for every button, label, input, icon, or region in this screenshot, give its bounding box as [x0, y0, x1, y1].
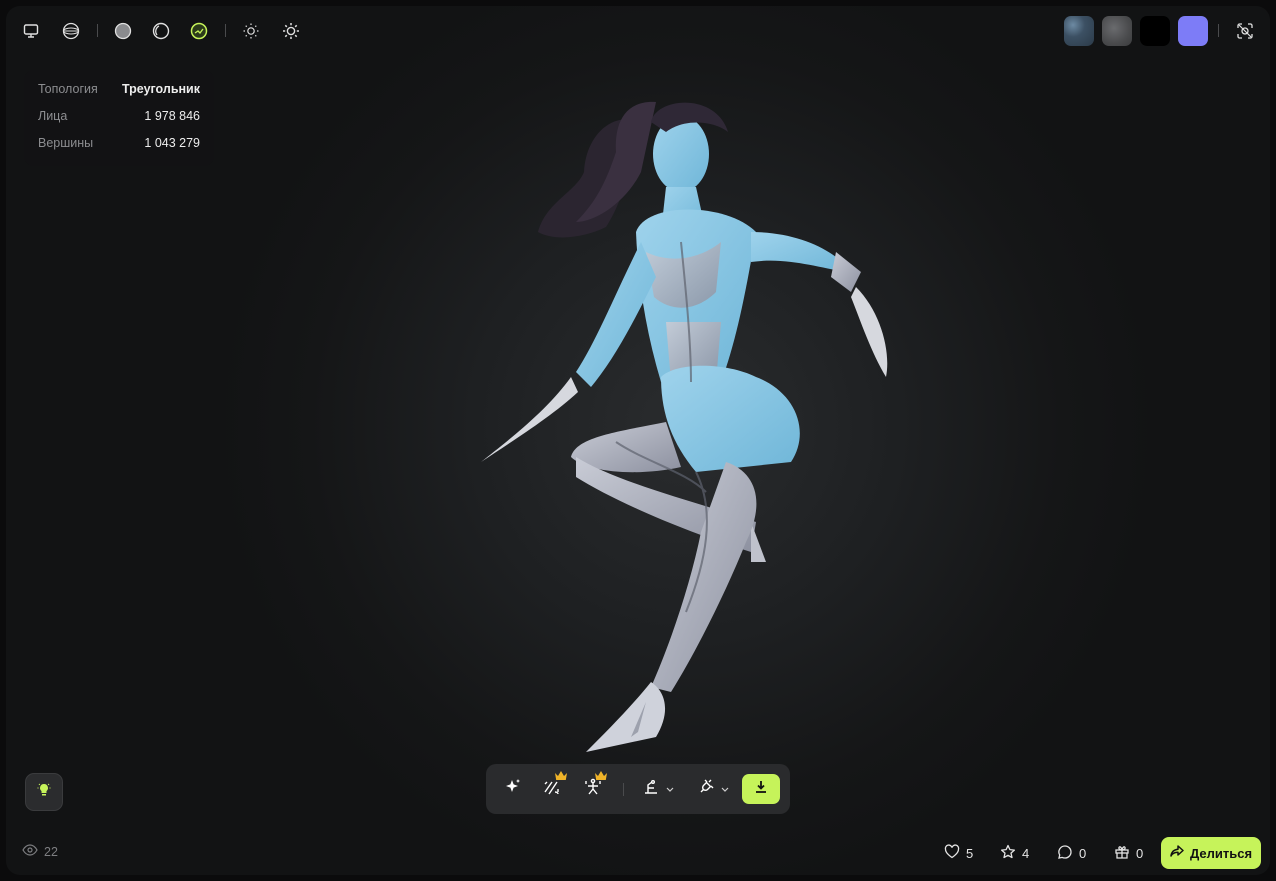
rigging-button[interactable] [581, 771, 607, 801]
bottom-toolbar [486, 764, 790, 814]
favorite-count: 4 [1022, 845, 1030, 861]
chevron-down-icon [666, 780, 674, 798]
gift-button[interactable]: 0 [1114, 842, 1143, 864]
like-count: 5 [966, 845, 974, 861]
stat-value: 1 043 279 [144, 136, 200, 150]
top-toolbar [6, 6, 1270, 54]
focus-settings-icon[interactable] [1234, 20, 1256, 42]
ai-sparkle-icon [504, 778, 522, 801]
stat-faces: Лица 1 978 846 [38, 109, 200, 129]
stat-label: Лица [38, 109, 68, 123]
3d-model-render[interactable] [466, 92, 896, 762]
toolbar-divider [97, 24, 98, 37]
texture-swatch-roughness[interactable] [1102, 16, 1132, 46]
like-button[interactable]: 5 [944, 842, 973, 864]
mesh-stats-panel: Топология Треугольник Лица 1 978 846 Вер… [24, 70, 214, 166]
plugin-dropdown[interactable] [693, 777, 733, 801]
views-count: 22 [44, 844, 58, 859]
heart-icon [944, 844, 960, 862]
toolbar-divider [623, 783, 624, 796]
stat-value: 1 978 846 [144, 109, 200, 123]
gift-icon [1114, 844, 1130, 863]
share-arrow-icon [1170, 845, 1184, 861]
stat-label: Вершины [38, 136, 94, 150]
premium-crown-icon [595, 767, 607, 785]
share-label: Делиться [1189, 845, 1253, 861]
color-swatch-black[interactable] [1140, 16, 1170, 46]
model-viewer[interactable]: Топология Треугольник Лица 1 978 846 Вер… [6, 6, 1270, 875]
light-dim-icon[interactable] [240, 20, 262, 42]
color-swatch-purple[interactable] [1178, 16, 1208, 46]
star-icon [1000, 844, 1016, 863]
outline-sphere-icon[interactable] [150, 20, 172, 42]
gift-count: 0 [1136, 845, 1144, 861]
stat-label: Топология [38, 82, 98, 96]
views-counter: 22 [22, 844, 58, 859]
toolbar-divider [1218, 24, 1219, 37]
stat-value: Треугольник [121, 82, 200, 96]
eye-icon [22, 844, 38, 859]
plugin-icon [697, 778, 715, 801]
pose-dropdown[interactable] [638, 777, 678, 801]
stat-vertices: Вершины 1 043 279 [38, 136, 200, 156]
chevron-down-icon [721, 780, 729, 798]
comment-count: 0 [1079, 845, 1087, 861]
download-icon [754, 780, 768, 799]
retopology-button[interactable] [541, 771, 567, 801]
premium-crown-icon [555, 767, 567, 785]
globe-wireframe-icon[interactable] [60, 20, 82, 42]
ai-sparkle-button[interactable] [501, 777, 525, 801]
textured-sphere-icon[interactable] [188, 20, 210, 42]
comment-icon [1057, 844, 1073, 863]
toolbar-divider [225, 24, 226, 37]
favorite-button[interactable]: 4 [1000, 842, 1029, 864]
comment-button[interactable]: 0 [1057, 842, 1086, 864]
pose-icon [642, 778, 660, 801]
share-button[interactable]: Делиться [1161, 837, 1261, 869]
stat-topology: Топология Треугольник [38, 82, 200, 102]
download-button[interactable] [742, 774, 780, 804]
texture-swatch-base[interactable] [1064, 16, 1094, 46]
lightbulb-icon [36, 782, 52, 803]
solid-sphere-icon[interactable] [112, 20, 134, 42]
lightbulb-toggle-button[interactable] [25, 773, 63, 811]
monitor-icon[interactable] [20, 20, 42, 42]
light-bright-icon[interactable] [280, 20, 302, 42]
